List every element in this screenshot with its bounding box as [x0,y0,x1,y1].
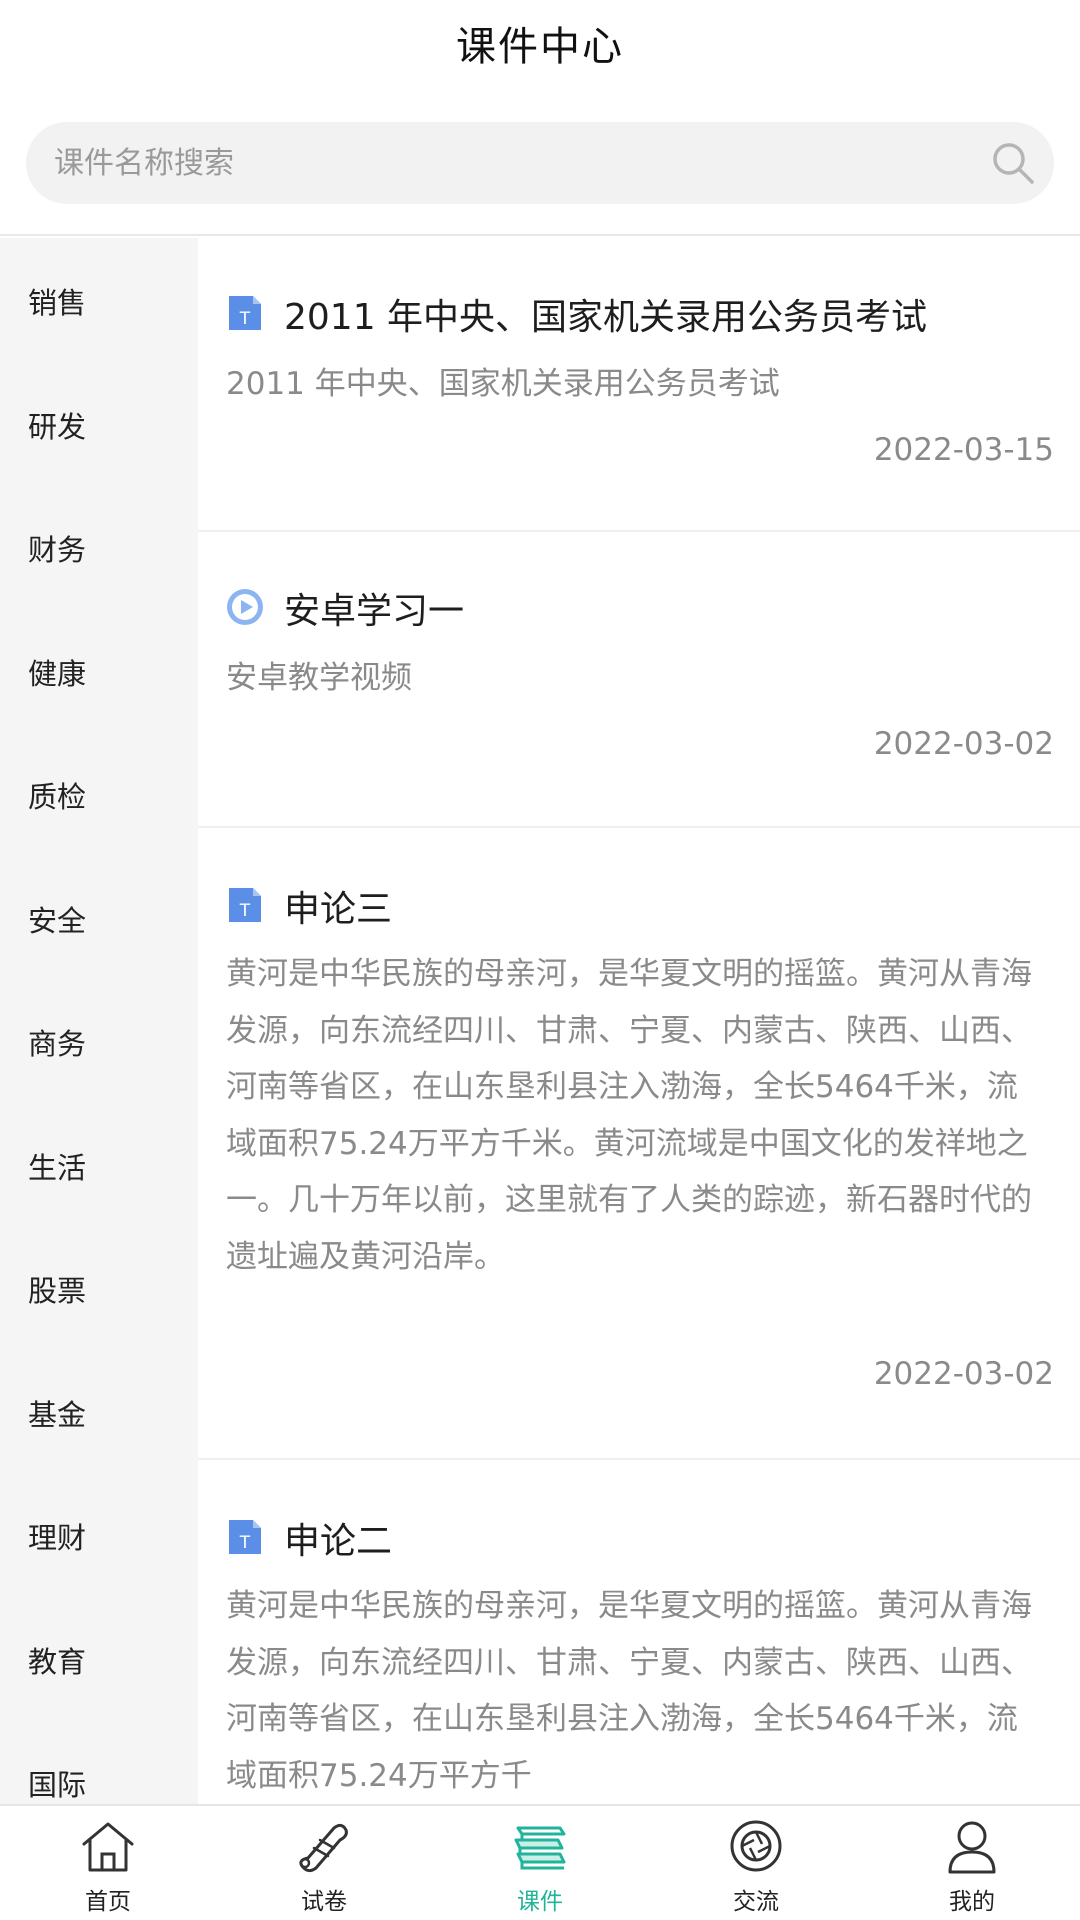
tab-exchange[interactable]: 交流 [648,1806,864,1920]
tab-label: 我的 [949,1889,995,1915]
course-title: 申论三 [284,889,393,930]
tab-home[interactable]: 首页 [0,1806,216,1920]
user-icon [948,1821,996,1874]
course-card[interactable]: T 申论三黄河是中华民族的母亲河，是华夏文明的摇篮。黄河从青海发源，向东流经四川、… [198,828,1080,1460]
video-play-icon [227,589,263,625]
search-icon[interactable] [988,138,1038,188]
sidebar-item-health[interactable]: 健康 [28,651,86,693]
sidebar-item-quality[interactable]: 质检 [28,774,86,816]
sidebar-item-finance[interactable]: 财务 [28,527,86,569]
tab-mine[interactable]: 我的 [864,1806,1080,1920]
course-date: 2022-03-15 [873,432,1054,468]
tab-label: 试卷 [301,1889,347,1915]
tab-papers[interactable]: 试卷 [216,1806,432,1920]
svg-text:T: T [239,1533,251,1553]
sidebar-item-safety[interactable]: 安全 [28,898,86,940]
tab-label: 课件 [517,1889,563,1915]
home-icon [82,1822,134,1872]
course-card[interactable]: 安卓学习一安卓教学视频 2022-03-02 [198,532,1080,828]
sidebar-item-wealth[interactable]: 理财 [28,1515,86,1557]
document-icon: T [229,296,261,330]
bottom-tab-bar: 首页 试卷 课件 交流 我的 [0,1804,1080,1920]
document-icon: T [229,1520,261,1554]
svg-text:T: T [239,901,251,921]
sidebar-item-life[interactable]: 生活 [28,1145,86,1187]
course-date: 2022-03-02 [873,726,1054,762]
sidebar-item-stocks[interactable]: 股票 [28,1268,86,1310]
page-title: 课件中心 [456,24,624,70]
category-sidebar: 销售研发财务健康质检安全商务生活股票基金理财教育国际 [0,238,198,1804]
sidebar-item-rnd[interactable]: 研发 [28,404,86,446]
sidebar-item-international[interactable]: 国际 [28,1762,86,1804]
stack-books-icon [514,1826,566,1870]
sidebar-item-education[interactable]: 教育 [28,1639,86,1681]
course-description: 黄河是中华民族的母亲河，是华夏文明的摇篮。黄河从青海发源，向东流经四川、甘肃、宁… [226,956,1032,1275]
search-bar[interactable] [26,122,1054,204]
sidebar-item-funds[interactable]: 基金 [28,1392,86,1434]
course-card[interactable]: T 申论二黄河是中华民族的母亲河，是华夏文明的摇篮。黄河从青海发源，向东流经四川、… [198,1460,1080,1804]
course-card[interactable]: T 2011 年中央、国家机关录用公务员考试 2011 年中央、国家机关录用公务员考… [198,238,1080,532]
scroll-paper-icon [299,1823,348,1873]
tab-label: 交流 [733,1889,779,1915]
sidebar-item-business[interactable]: 商务 [28,1021,86,1063]
course-date: 2022-03-02 [873,1356,1054,1392]
course-description: 2011 年中央、国家机关录用公务员考试 [226,366,780,402]
course-title: 2011 年中央、国家机关录用公务员考试 [284,297,928,338]
course-description: 安卓教学视频 [226,660,412,696]
tab-label: 首页 [85,1889,131,1915]
document-icon: T [229,888,261,922]
sidebar-item-sales[interactable]: 销售 [28,280,86,322]
course-description: 黄河是中华民族的母亲河，是华夏文明的摇篮。黄河从青海发源，向东流经四川、甘肃、宁… [226,1588,1032,1794]
tab-courseware[interactable]: 课件 [432,1806,648,1920]
course-title: 安卓学习一 [284,591,465,632]
course-title: 申论二 [284,1521,393,1562]
header: 课件中心 [0,0,1080,236]
search-input[interactable] [54,122,954,204]
svg-text:T: T [239,309,251,329]
camera-shutter-icon [730,1820,782,1872]
course-list: T 2011 年中央、国家机关录用公务员考试 2011 年中央、国家机关录用公务员考… [198,238,1080,1804]
